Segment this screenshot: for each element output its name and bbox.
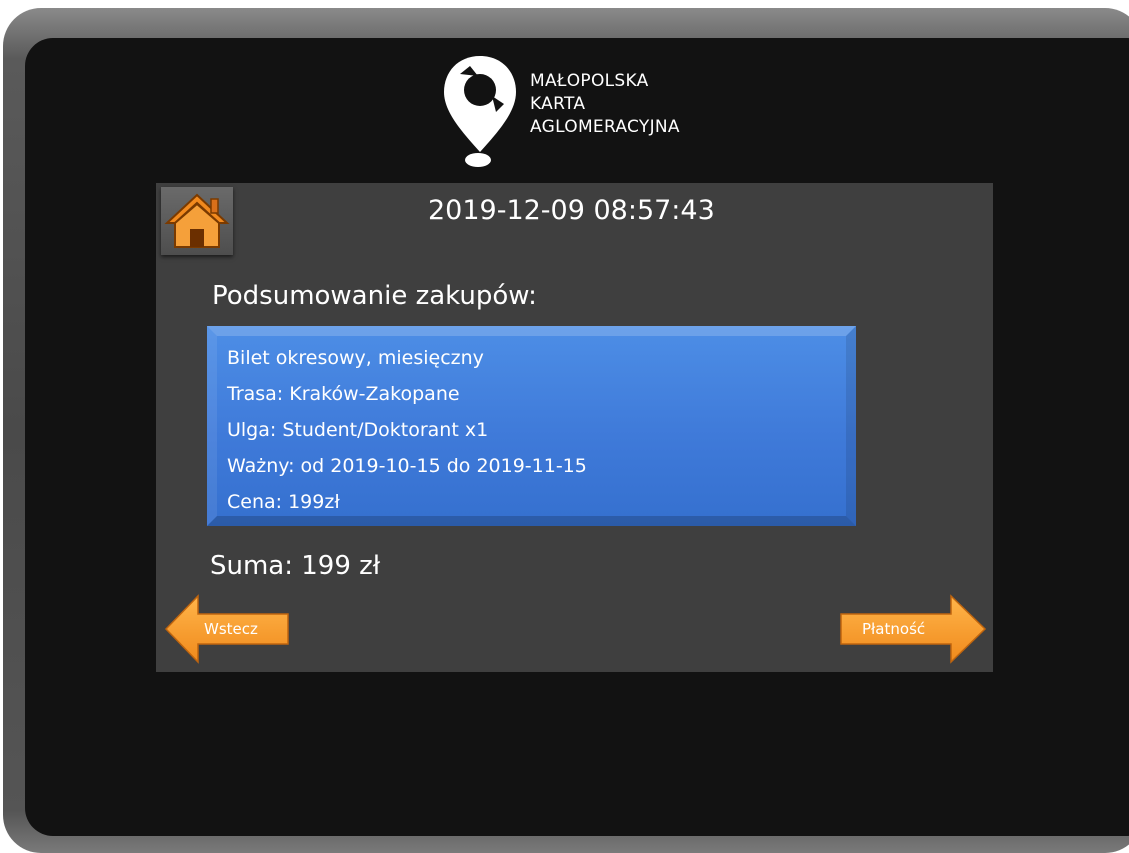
home-icon — [164, 193, 230, 248]
purchase-summary-panel: 2019-12-09 08:57:43 Podsumowanie zakupów… — [156, 183, 993, 672]
payment-button[interactable]: Płatność — [839, 594, 987, 664]
back-button-label: Wstecz — [204, 620, 258, 638]
order-line-validity: Ważny: od 2019-10-15 do 2019-11-15 — [227, 455, 587, 477]
order-line-discount: Ulga: Student/Doktorant x1 — [227, 419, 489, 441]
home-button[interactable] — [161, 187, 233, 255]
total-sum: Suma: 199 zł — [210, 551, 381, 581]
back-button[interactable]: Wstecz — [164, 594, 290, 664]
order-line-route: Trasa: Kraków-Zakopane — [227, 383, 460, 405]
order-details-box: Bilet okresowy, miesięczny Trasa: Kraków… — [207, 326, 856, 526]
logo-line-1: MAŁOPOLSKA — [530, 71, 649, 91]
map-pin-logo-icon — [444, 56, 516, 167]
payment-button-label: Płatność — [862, 620, 926, 638]
order-line-price: Cena: 199zł — [227, 491, 340, 513]
order-line-ticket-type: Bilet okresowy, miesięczny — [227, 347, 484, 369]
order-lines: Bilet okresowy, miesięczny Trasa: Kraków… — [227, 340, 587, 520]
logo-text: MAŁOPOLSKA KARTA AGLOMERACYJNA — [530, 70, 680, 139]
datetime-display: 2019-12-09 08:57:43 — [428, 195, 715, 226]
summary-heading: Podsumowanie zakupów: — [212, 281, 537, 311]
logo: MAŁOPOLSKA KARTA AGLOMERACYJNA — [440, 52, 740, 172]
logo-line-3: AGLOMERACYJNA — [530, 117, 680, 137]
logo-line-2: KARTA — [530, 94, 586, 114]
